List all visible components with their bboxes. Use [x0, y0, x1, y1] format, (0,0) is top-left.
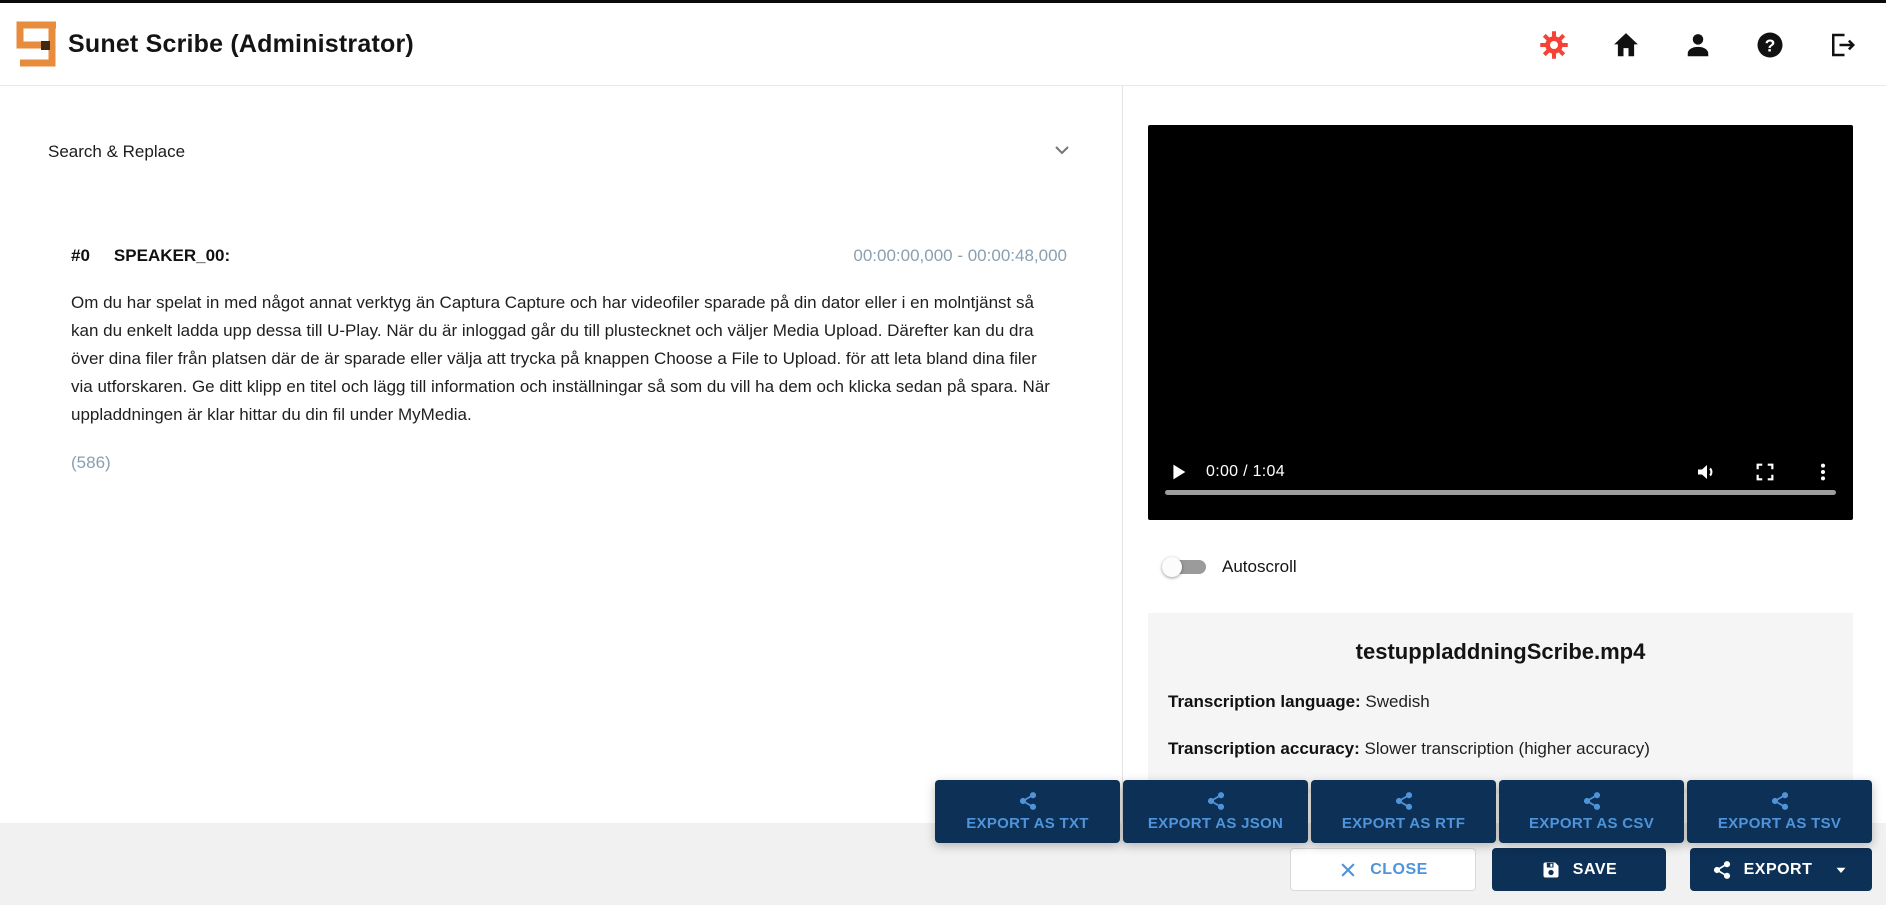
logout-icon[interactable] [1826, 29, 1858, 61]
video-player[interactable]: 0:00 / 1:04 [1148, 125, 1853, 520]
volume-icon[interactable] [1695, 460, 1719, 484]
search-replace-label: Search & Replace [48, 142, 185, 162]
export-as-rtf-button[interactable]: EXPORT AS RTF [1311, 780, 1496, 843]
app-header: Sunet Scribe (Administrator) [0, 3, 1886, 86]
transcript-segment[interactable]: #0 SPEAKER_00: 00:00:00,000 - 00:00:48,0… [71, 246, 1067, 473]
home-icon[interactable] [1610, 29, 1642, 61]
user-icon[interactable] [1682, 29, 1714, 61]
header-icon-bar: ? [1538, 3, 1858, 86]
play-icon[interactable] [1166, 460, 1190, 484]
video-controls: 0:00 / 1:04 [1148, 452, 1853, 492]
app-root: Sunet Scribe (Administrator) [0, 0, 1886, 905]
autoscroll-label: Autoscroll [1222, 557, 1297, 577]
language-label: Transcription language: [1168, 692, 1361, 711]
segment-header: #0 SPEAKER_00: 00:00:00,000 - 00:00:48,0… [71, 246, 1067, 266]
save-button[interactable]: SAVE [1492, 848, 1666, 891]
video-progress-bar[interactable] [1165, 490, 1836, 495]
file-name: testuppladdningScribe.mp4 [1168, 639, 1833, 665]
autoscroll-toggle[interactable] [1160, 548, 1218, 586]
chevron-down-icon [1832, 861, 1850, 879]
help-icon[interactable]: ? [1754, 29, 1786, 61]
more-options-icon[interactable] [1811, 460, 1835, 484]
close-button[interactable]: CLOSE [1290, 848, 1476, 891]
toggle-knob [1162, 557, 1182, 577]
share-icon [1712, 860, 1732, 880]
share-icon [1582, 791, 1602, 811]
export-as-json-button[interactable]: EXPORT AS JSON [1123, 780, 1308, 843]
search-replace-accordion[interactable]: Search & Replace [0, 130, 1122, 174]
close-icon [1338, 860, 1358, 880]
accuracy-label: Transcription accuracy: [1168, 739, 1360, 758]
export-as-csv-button[interactable]: EXPORT AS CSV [1499, 780, 1684, 843]
accuracy-value: Slower transcription (higher accuracy) [1360, 739, 1650, 758]
share-icon [1394, 791, 1414, 811]
video-controls-right [1695, 460, 1835, 484]
transcription-language-row: Transcription language: Swedish [1168, 692, 1833, 712]
autoscroll-row: Autoscroll [1160, 548, 1297, 586]
segment-timestamp: 00:00:00,000 - 00:00:48,000 [853, 246, 1067, 266]
share-icon [1018, 791, 1038, 811]
video-time-display: 0:00 / 1:04 [1206, 463, 1285, 481]
page-title: Sunet Scribe (Administrator) [68, 3, 414, 86]
sunet-scribe-logo [12, 18, 60, 68]
file-info-panel: testuppladdningScribe.mp4 Transcription … [1148, 613, 1853, 793]
transcript-panel: Search & Replace #0 SPEAKER_00: 00:00:00… [0, 86, 1123, 823]
svg-text:?: ? [1765, 35, 1776, 55]
share-icon [1206, 791, 1226, 811]
chevron-down-icon [1050, 138, 1074, 167]
export-as-tsv-button[interactable]: EXPORT AS TSV [1687, 780, 1872, 843]
export-as-txt-button[interactable]: EXPORT AS TXT [935, 780, 1120, 843]
export-menu-popup: EXPORT AS TXT EXPORT AS JSON EXPORT AS R… [935, 780, 1872, 843]
fullscreen-icon[interactable] [1753, 460, 1777, 484]
save-icon [1541, 860, 1561, 880]
segment-char-count: (586) [71, 453, 1067, 473]
segment-index: #0 [71, 246, 90, 266]
segment-speaker: SPEAKER_00: [114, 246, 230, 266]
settings-gear-icon[interactable] [1538, 29, 1570, 61]
segment-text[interactable]: Om du har spelat in med något annat verk… [71, 289, 1063, 429]
footer-buttons: CLOSE SAVE EXPORT [0, 848, 1886, 891]
language-value: Swedish [1361, 692, 1430, 711]
export-button[interactable]: EXPORT [1690, 848, 1872, 891]
transcription-accuracy-row: Transcription accuracy: Slower transcrip… [1168, 739, 1833, 759]
share-icon [1770, 791, 1790, 811]
